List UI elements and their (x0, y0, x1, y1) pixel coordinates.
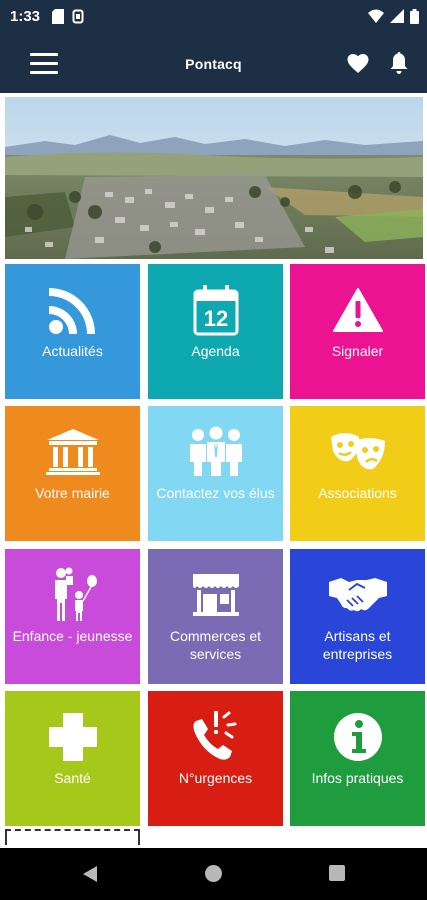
notification-icons (52, 9, 84, 24)
tile-contactez-vos-elus[interactable]: Contactez vos élus (148, 406, 283, 541)
battery-icon (410, 9, 419, 24)
tile-label: Infos pratiques (311, 770, 404, 786)
tile-label: Signaler (331, 343, 384, 359)
town-hall-icon (45, 429, 100, 475)
tile-sante[interactable]: Santé (5, 691, 140, 826)
hero-photo (5, 97, 423, 259)
warning-icon (332, 288, 383, 332)
partial-tile (5, 829, 140, 845)
health-cross-icon (48, 713, 97, 761)
tile-label: N°urgences (178, 770, 253, 786)
info-icon (333, 713, 382, 761)
tile-agenda[interactable]: 12 Agenda (148, 264, 283, 399)
tile-label: Santé (54, 770, 91, 786)
heart-icon[interactable] (346, 52, 370, 76)
handshake-icon (328, 578, 387, 612)
tile-label: Agenda (191, 343, 240, 359)
tile-label: Artisans et entreprises (322, 628, 393, 662)
status-bar: 1:33 (0, 0, 427, 34)
calendar-icon: 12 (193, 285, 238, 336)
shop-icon (192, 574, 239, 616)
emergency-phone-icon (193, 711, 236, 760)
back-icon[interactable] (82, 865, 98, 883)
app-bar: Pontacq (0, 34, 427, 93)
tile-label: Votre mairie (35, 485, 110, 501)
tile-label: Enfance - jeunesse (12, 628, 133, 644)
tile-enfance-jeunesse[interactable]: Enfance - jeunesse (5, 549, 140, 684)
tile-actualites[interactable]: Actualités (5, 264, 140, 399)
tile-votre-mairie[interactable]: Votre mairie (5, 406, 140, 541)
tile-numeros-urgences[interactable]: N°urgences (148, 691, 283, 826)
tile-label: Contactez vos élus (156, 485, 275, 501)
people-icon (189, 426, 242, 476)
tile-commerces-et-services[interactable]: Commerces et services (148, 549, 283, 684)
tile-label: Associations (318, 485, 397, 501)
wifi-icon (368, 9, 384, 23)
tile-signaler[interactable]: Signaler (290, 264, 425, 399)
tile-infos-pratiques[interactable]: Infos pratiques (290, 691, 425, 826)
sd-card-icon (52, 9, 64, 24)
status-time: 1:33 (10, 8, 41, 25)
bell-icon[interactable] (388, 51, 410, 75)
tile-associations[interactable]: Associations (290, 406, 425, 541)
recent-apps-icon[interactable] (329, 865, 345, 881)
tile-label: Commerces et services (169, 628, 262, 662)
calendar-day: 12 (203, 306, 227, 331)
family-icon (54, 567, 97, 621)
tile-artisans-et-entreprises[interactable]: Artisans et entreprises (290, 549, 425, 684)
rss-icon (48, 288, 95, 334)
signal-icon (390, 9, 404, 23)
sync-icon (72, 9, 84, 24)
home-icon[interactable] (205, 865, 222, 882)
system-icons (368, 9, 419, 24)
tile-label: Actualités (42, 343, 103, 359)
masks-icon (330, 433, 385, 470)
navigation-bar (0, 848, 427, 900)
